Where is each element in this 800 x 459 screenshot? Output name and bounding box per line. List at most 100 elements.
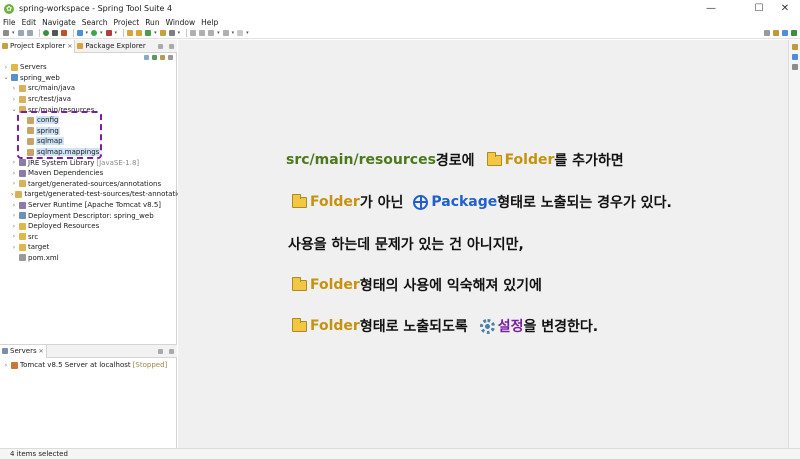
library-icon <box>19 169 26 177</box>
debug-icon[interactable] <box>76 30 83 36</box>
task-list-icon[interactable] <box>791 54 798 60</box>
tree-item-src[interactable]: › src <box>0 232 177 243</box>
spring-perspective-icon[interactable] <box>791 30 797 36</box>
folder-icon <box>19 233 26 241</box>
chevron-down-icon[interactable]: ▾ <box>86 30 89 36</box>
tree-item-src-main-java[interactable]: › src/main/java <box>0 83 177 94</box>
chevron-down-icon[interactable]: ▾ <box>232 30 235 36</box>
annotation-line-1: src/main/resources 경로에 Folder 를 추가하면 <box>178 150 788 170</box>
close-button[interactable]: ✕ <box>770 0 800 17</box>
annotation-line-3: 사용을 하는데 문제가 있는 건 아니지만, <box>178 234 788 254</box>
spring-boot-icon[interactable] <box>42 30 49 36</box>
save-icon[interactable] <box>17 30 24 36</box>
annotation-text: 형태로 노출되는 경우가 있다. <box>497 195 672 211</box>
menu-help[interactable]: Help <box>201 18 218 27</box>
maximize-view-icon[interactable] <box>169 348 174 354</box>
view-menu-icon[interactable] <box>168 54 173 60</box>
save-all-icon[interactable] <box>26 30 33 36</box>
chevron-down-icon[interactable]: ▾ <box>100 30 103 36</box>
toggle-mark-icon[interactable] <box>190 30 197 36</box>
collapse-all-icon[interactable] <box>144 54 149 60</box>
forward-icon[interactable] <box>237 30 244 36</box>
tab-package-explorer[interactable]: Package Explorer <box>75 40 147 53</box>
tab-servers[interactable]: Servers ✕ <box>0 344 47 358</box>
minimize-view-icon[interactable] <box>158 43 163 49</box>
chevron-right-icon[interactable]: › <box>11 85 17 92</box>
chevron-right-icon[interactable]: › <box>11 202 17 209</box>
server-item[interactable]: › Tomcat v8.5 Server at localhost [Stopp… <box>0 360 177 371</box>
chevron-down-icon[interactable]: ⌄ <box>3 74 9 81</box>
menu-edit[interactable]: Edit <box>22 18 37 27</box>
tree-item-servers[interactable]: › Servers <box>0 62 177 73</box>
chevron-down-icon[interactable]: ▾ <box>246 30 249 36</box>
run-icon[interactable] <box>91 30 98 36</box>
back-icon[interactable] <box>222 30 229 36</box>
outline-icon[interactable] <box>791 44 798 50</box>
chevron-right-icon[interactable]: › <box>11 159 17 166</box>
tree-item-server-runtime[interactable]: › Server Runtime [Apache Tomcat v8.5] <box>0 200 177 211</box>
chevron-right-icon[interactable]: › <box>11 212 17 219</box>
new-class-icon[interactable] <box>145 30 152 36</box>
annotation-icon[interactable] <box>199 30 206 36</box>
chevron-right-icon[interactable]: › <box>11 244 17 251</box>
open-type-icon[interactable] <box>159 30 166 36</box>
quick-access-icon[interactable] <box>764 30 770 36</box>
close-icon[interactable]: ✕ <box>67 43 72 50</box>
chevron-down-icon[interactable]: ▾ <box>154 30 157 36</box>
source-folder-icon <box>19 180 26 188</box>
tree-item-deployment-descriptor[interactable]: › Deployment Descriptor: spring_web <box>0 210 177 221</box>
tree-item-generated-test-sources[interactable]: › target/generated-test-sources/test-ann… <box>0 189 189 200</box>
coverage-icon[interactable] <box>105 30 112 36</box>
tab-label: Package Explorer <box>85 42 146 50</box>
tree-item-maven-dependencies[interactable]: › Maven Dependencies <box>0 168 177 179</box>
menu-run[interactable]: Run <box>145 18 159 27</box>
status-bar: 4 items selected <box>0 448 800 459</box>
chevron-right-icon[interactable]: › <box>11 180 17 187</box>
chevron-right-icon[interactable]: › <box>11 96 17 103</box>
tree-item-pom-xml[interactable]: pom.xml <box>0 253 177 264</box>
chevron-down-icon[interactable]: ⌄ <box>11 106 17 113</box>
chevron-right-icon[interactable]: › <box>11 170 17 177</box>
maximize-view-icon[interactable] <box>169 43 174 49</box>
chevron-right-icon[interactable]: › <box>3 362 9 369</box>
tab-label: Servers <box>10 347 37 355</box>
link-with-editor-icon[interactable] <box>152 54 157 60</box>
chevron-right-icon[interactable]: › <box>11 233 17 240</box>
java-perspective-icon[interactable] <box>782 30 788 36</box>
chevron-down-icon[interactable]: ▾ <box>217 30 220 36</box>
chevron-down-icon[interactable]: ▾ <box>115 30 118 36</box>
filter-icon[interactable] <box>160 54 165 60</box>
toolbar-separator <box>72 29 74 37</box>
console-icon[interactable] <box>791 64 798 70</box>
folder-word: Folder <box>504 152 555 168</box>
new-icon[interactable] <box>3 30 9 36</box>
chevron-down-icon[interactable]: ▾ <box>12 30 15 36</box>
tree-item-generated-sources[interactable]: › target/generated-sources/annotations <box>0 179 177 190</box>
menu-search[interactable]: Search <box>82 18 108 27</box>
chevron-right-icon[interactable]: › <box>3 64 9 71</box>
tree-item-target[interactable]: › target <box>0 242 177 253</box>
stop-icon[interactable] <box>51 30 58 36</box>
menu-file[interactable]: File <box>3 18 16 27</box>
minimize-view-icon[interactable] <box>158 348 163 354</box>
servers-icon <box>2 348 8 354</box>
new-java-project-icon[interactable] <box>127 30 134 36</box>
relaunch-icon[interactable] <box>60 30 67 36</box>
tree-item-deployed-resources[interactable]: › Deployed Resources <box>0 221 177 232</box>
chevron-down-icon[interactable]: ▾ <box>178 30 181 36</box>
tree-item-spring-web[interactable]: ⌄ spring_web <box>0 73 177 84</box>
menu-window[interactable]: Window <box>166 18 196 27</box>
java-ee-perspective-icon[interactable] <box>773 30 779 36</box>
menu-navigate[interactable]: Navigate <box>42 18 76 27</box>
chevron-right-icon[interactable]: › <box>11 191 13 198</box>
next-annotation-icon[interactable] <box>208 30 215 36</box>
tree-item-label: spring_web <box>20 73 60 82</box>
close-icon[interactable]: ✕ <box>39 348 44 355</box>
search-icon[interactable] <box>168 30 175 36</box>
menu-project[interactable]: Project <box>114 18 140 27</box>
tab-project-explorer[interactable]: Project Explorer ✕ <box>0 39 76 53</box>
new-package-icon[interactable] <box>136 30 143 36</box>
tree-item-src-test-java[interactable]: › src/test/java <box>0 94 177 105</box>
minimize-button[interactable]: — <box>696 0 726 17</box>
chevron-right-icon[interactable]: › <box>11 223 17 230</box>
